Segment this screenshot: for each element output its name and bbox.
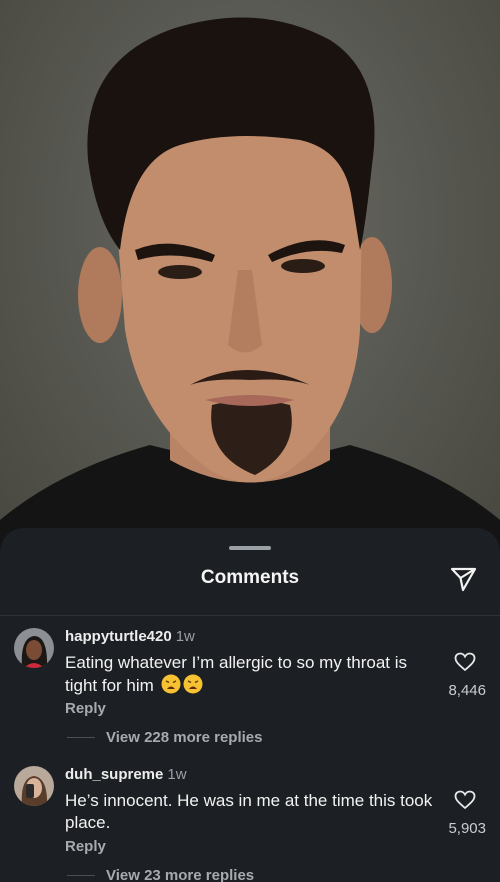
screen: Comments happyturtle420 1w Eating whateve… xyxy=(0,0,500,882)
comment-body: He’s innocent. He was in me at the time … xyxy=(65,791,433,832)
comment-text: He’s innocent. He was in me at the time … xyxy=(65,790,437,834)
sheet-divider xyxy=(0,615,500,616)
send-icon[interactable] xyxy=(448,563,478,593)
like-count: 5,903 xyxy=(448,820,486,837)
comment-meta: happyturtle420 1w xyxy=(65,628,195,646)
heart-icon[interactable] xyxy=(454,652,476,672)
like-count: 8,446 xyxy=(448,682,486,699)
reply-button[interactable]: Reply xyxy=(65,838,106,855)
weary-face-icon xyxy=(161,674,181,694)
comment-time: 1w xyxy=(167,766,187,783)
portrait-illustration xyxy=(0,17,500,560)
view-replies-button[interactable]: View 228 more replies xyxy=(106,729,262,746)
comment-meta: duh_supreme 1w xyxy=(65,766,187,784)
comment-username[interactable]: happyturtle420 xyxy=(65,628,172,645)
drag-handle[interactable] xyxy=(229,546,271,550)
weary-face-icon xyxy=(183,674,203,694)
avatar[interactable] xyxy=(14,628,54,668)
replies-line xyxy=(67,875,95,876)
reply-button[interactable]: Reply xyxy=(65,700,106,717)
avatar[interactable] xyxy=(14,766,54,806)
comment-time: 1w xyxy=(175,628,195,645)
sheet-title: Comments xyxy=(200,567,300,588)
comment-body: Eating whatever I’m allergic to so my th… xyxy=(65,653,408,695)
heart-icon[interactable] xyxy=(454,790,476,810)
comments-sheet: Comments happyturtle420 1w Eating whateve… xyxy=(0,528,500,882)
post-photo[interactable] xyxy=(0,0,500,560)
replies-line xyxy=(67,737,95,738)
comment-username[interactable]: duh_supreme xyxy=(65,766,163,783)
view-replies-button[interactable]: View 23 more replies xyxy=(106,867,254,882)
comment-text: Eating whatever I’m allergic to so my th… xyxy=(65,652,437,697)
